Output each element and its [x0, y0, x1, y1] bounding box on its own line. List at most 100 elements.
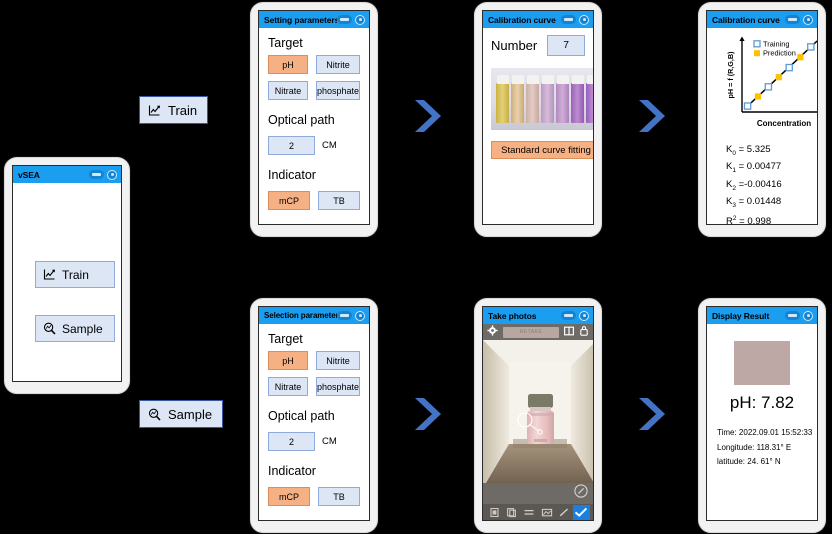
target-section-label: Target	[268, 332, 303, 346]
grid-icon[interactable]	[564, 323, 575, 341]
display-result-body: pH: 7.82 Time: 2022.09.01 15:52:33 Longi…	[707, 324, 817, 520]
menu-dots-icon[interactable]	[337, 15, 352, 24]
menu-dots-icon[interactable]	[785, 311, 800, 320]
calibration-photos-body: Number 7 Standard curve fitting	[483, 28, 593, 224]
main-menu-body: Train Sample	[13, 183, 121, 381]
calibration-curve-body: Training Prediction Concentration pH = f (R…	[707, 28, 817, 225]
frame-icon[interactable]	[538, 507, 555, 518]
target-option-nitrite[interactable]: Nitrite	[315, 55, 360, 74]
result-metadata: Time: 2022.09.01 15:52:33 Longitude: 118…	[717, 426, 812, 470]
optical-path-input[interactable]: 2	[268, 136, 315, 155]
main-menu-train-button[interactable]: Train	[35, 261, 115, 288]
titlebar-title: Calibration curve	[712, 14, 780, 25]
indicator-option-tb[interactable]: TB	[318, 191, 360, 210]
settings-circle-icon[interactable]	[803, 14, 813, 25]
optical-path-label: Optical path	[268, 113, 335, 127]
adjust-icon[interactable]	[521, 507, 538, 518]
coefficient-k3: K3 = 0.01448	[726, 195, 782, 209]
gear-icon[interactable]	[487, 323, 498, 341]
phone-calibration-photos: Calibration curve Number 7 Standard curv…	[474, 2, 602, 237]
line-chart-icon	[43, 268, 56, 281]
flow-label-train-text: Train	[168, 102, 198, 118]
crop-icon[interactable]	[486, 507, 503, 518]
target-option-nitrite[interactable]: Nitrite	[315, 351, 360, 370]
menu-dots-icon[interactable]	[561, 15, 576, 24]
optical-path-label: Optical path	[268, 409, 335, 423]
optical-path-row: 2 CM	[268, 136, 360, 155]
titlebar-calibration-curve: Calibration curve	[707, 11, 817, 28]
svg-text:Concentration: Concentration	[757, 119, 811, 128]
edit-pencil-circle-icon[interactable]	[574, 484, 588, 503]
pen-icon[interactable]	[555, 507, 572, 518]
target-option-nitrate[interactable]: Nitrate	[268, 377, 308, 396]
menu-dots-icon[interactable]	[89, 170, 104, 179]
titlebar-icons	[337, 310, 365, 321]
screen-calibration-photos: Calibration curve Number 7 Standard curv…	[482, 10, 594, 225]
titlebar-setting-parameters: Setting parameters	[259, 11, 369, 28]
screen-take-photos: Take photos RETAKE	[482, 306, 594, 521]
flow-label-sample-text: Sample	[168, 406, 213, 422]
settings-circle-icon[interactable]	[355, 14, 365, 25]
titlebar-title: Display Result	[712, 310, 770, 321]
settings-circle-icon[interactable]	[355, 310, 365, 321]
selection-parameters-body: Target pH Nitrite Nitrate phosphate Opti…	[259, 324, 369, 520]
titlebar-title: Take photos	[488, 310, 537, 321]
titlebar-icons	[785, 310, 813, 321]
indicator-label: Indicator	[268, 464, 316, 478]
indicator-options-grid: mCP TB	[268, 487, 360, 506]
phone-calibration-curve: Calibration curve Training Prediction Conc…	[698, 2, 826, 237]
line-chart-icon	[148, 104, 161, 117]
number-input[interactable]: 7	[547, 35, 585, 56]
calibration-scatter-chart: Training Prediction Concentration pH = f (R…	[712, 32, 817, 141]
target-option-ph[interactable]: pH	[268, 351, 308, 370]
flow-label-train[interactable]: Train	[139, 96, 209, 124]
settings-circle-icon[interactable]	[803, 310, 813, 321]
settings-circle-icon[interactable]	[579, 14, 589, 25]
lock-icon[interactable]	[579, 323, 589, 341]
indicator-label: Indicator	[268, 168, 316, 182]
optical-path-unit: CM	[322, 436, 337, 447]
phone-selection-parameters: Selection parameters Target pH Nitrite N…	[250, 298, 378, 533]
menu-dots-icon[interactable]	[561, 311, 576, 320]
target-section-label: Target	[268, 36, 303, 50]
result-longitude: Longitude: 118.31° E	[717, 442, 792, 452]
number-row: Number 7	[491, 35, 585, 56]
target-option-nitrate[interactable]: Nitrate	[268, 81, 308, 100]
number-label: Number	[491, 38, 538, 53]
indicator-option-mcp[interactable]: mCP	[268, 487, 310, 506]
flow-arrow-chevron	[410, 95, 444, 137]
main-menu-sample-button[interactable]: Sample	[35, 315, 115, 342]
camera-viewfinder-bottle[interactable]	[483, 340, 593, 484]
main-menu-sample-label: Sample	[62, 321, 103, 336]
settings-circle-icon[interactable]	[107, 169, 117, 180]
magnifier-icon	[148, 408, 161, 421]
flow-label-sample[interactable]: Sample	[139, 400, 224, 428]
target-option-phosphate[interactable]: phosphate	[315, 377, 360, 396]
target-option-ph[interactable]: pH	[268, 55, 308, 74]
coefficients-list: K0 = 5.325 K1 = 0.00477 K2 =-0.00416 K3 …	[712, 143, 812, 225]
camera-retake-chip[interactable]: RETAKE	[503, 326, 559, 338]
menu-dots-icon[interactable]	[785, 15, 800, 24]
svg-text:pH = f (R,G,B): pH = f (R,G,B)	[726, 51, 735, 99]
target-option-phosphate[interactable]: phosphate	[315, 81, 360, 100]
main-menu-train-label: Train	[62, 267, 89, 282]
screen-calibration-curve: Calibration curve Training Prediction Conc…	[706, 10, 818, 225]
indicator-option-tb[interactable]: TB	[318, 487, 360, 506]
copy-icon[interactable]	[503, 507, 520, 518]
indicator-option-mcp[interactable]: mCP	[268, 191, 310, 210]
menu-dots-icon[interactable]	[337, 311, 352, 320]
result-latitude: latitude: 24. 61° N	[717, 457, 781, 466]
coefficient-k2: K2 =-0.00416	[726, 178, 782, 192]
settings-circle-icon[interactable]	[579, 310, 589, 321]
ph-result-value: pH: 7.82	[729, 393, 795, 412]
titlebar-title: Selection parameters	[264, 311, 337, 320]
standard-curve-fitting-button[interactable]: Standard curve fitting	[491, 141, 593, 159]
optical-path-row: 2 CM	[268, 432, 360, 451]
coefficient-r2: R2 = 0.998	[726, 215, 772, 225]
titlebar-take-photos: Take photos	[483, 307, 593, 324]
camera-bottom-toolbar	[483, 504, 593, 520]
coefficient-k0: K0 = 5.325	[726, 144, 771, 157]
screen-main-menu: vSEA Train Sample	[12, 165, 122, 382]
optical-path-input[interactable]: 2	[268, 432, 315, 451]
confirm-check-icon[interactable]	[572, 504, 590, 520]
